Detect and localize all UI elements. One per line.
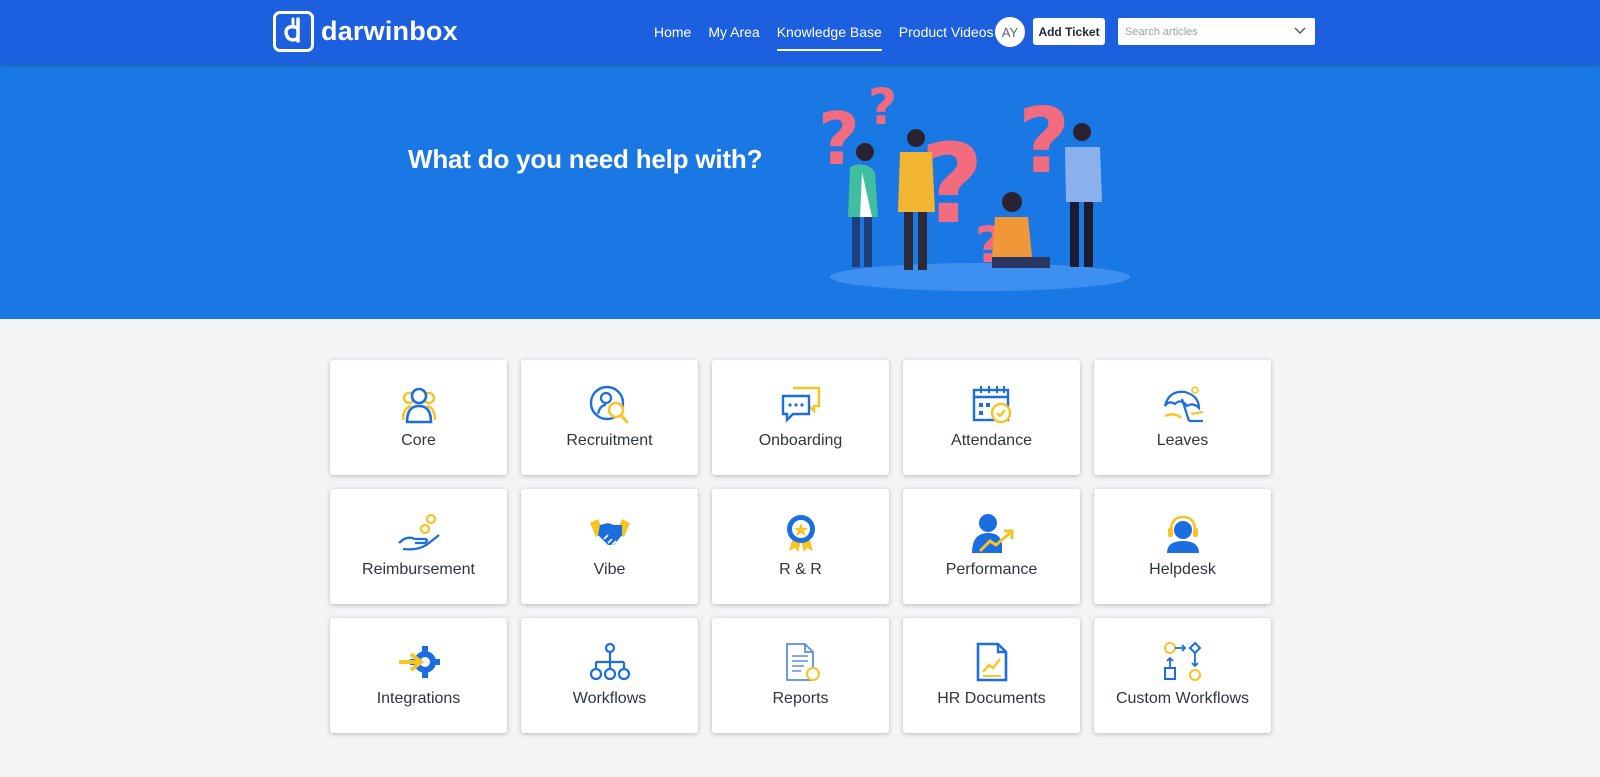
category-label: Reports — [772, 690, 829, 707]
search-box — [1118, 18, 1315, 45]
add-ticket-button[interactable]: Add Ticket — [1033, 18, 1105, 45]
category-label: Workflows — [572, 690, 647, 707]
users-icon — [401, 387, 436, 424]
calendar-check-icon — [972, 386, 1011, 424]
category-card-onboarding[interactable]: Onboarding — [712, 360, 889, 475]
category-label: Onboarding — [758, 432, 843, 449]
report-document-icon — [785, 643, 820, 681]
nav-product-videos[interactable]: Product Videos — [899, 0, 994, 64]
top-navigation-bar: darwinbox Home My Area Knowledge Base Pr… — [0, 0, 1600, 64]
user-avatar[interactable]: AY — [995, 17, 1025, 47]
svg-text:?: ? — [868, 78, 897, 136]
category-card-leaves[interactable]: Leaves — [1094, 360, 1271, 475]
person-growth-icon — [971, 514, 1013, 553]
category-label: Custom Workflows — [1115, 690, 1250, 707]
category-label: Attendance — [951, 432, 1032, 449]
main-nav: Home My Area Knowledge Base Product Vide… — [654, 0, 1011, 64]
category-card-hr-documents[interactable]: HR Documents — [903, 618, 1080, 733]
category-label: HR Documents — [937, 690, 1046, 707]
hand-coins-icon — [397, 513, 440, 551]
chart-document-icon — [976, 642, 1007, 682]
category-label: Leaves — [1156, 432, 1209, 449]
chevron-down-icon[interactable] — [1293, 24, 1307, 43]
category-card-workflows[interactable]: Workflows — [521, 618, 698, 733]
category-card-core[interactable]: Core — [330, 360, 507, 475]
chat-bubbles-icon — [781, 386, 820, 423]
nav-knowledge-base[interactable]: Knowledge Base — [776, 0, 882, 64]
category-card-reports[interactable]: Reports — [712, 618, 889, 733]
category-label: Core — [401, 432, 436, 449]
category-card-vibe[interactable]: Vibe — [521, 489, 698, 604]
logo-d-icon — [273, 11, 314, 52]
category-card-integrations[interactable]: Integrations — [330, 618, 507, 733]
category-label: Vibe — [593, 561, 626, 578]
category-card-performance[interactable]: Performance — [903, 489, 1080, 604]
hero-title: What do you need help with? — [408, 144, 763, 174]
category-card-recruitment[interactable]: Recruitment — [521, 360, 698, 475]
beach-umbrella-icon — [1163, 386, 1203, 423]
hierarchy-icon — [589, 642, 630, 681]
search-input[interactable] — [1118, 18, 1288, 45]
question-people-illustration: ? ? ? ? ? — [820, 78, 1130, 291]
category-label: Helpdesk — [1149, 561, 1216, 578]
category-card-reimbursement[interactable]: Reimbursement — [330, 489, 507, 604]
hero-banner: What do you need help with? ? ? ? ? ? — [0, 64, 1600, 319]
category-card-r-and-r[interactable]: R & R — [712, 489, 889, 604]
category-label: Reimbursement — [362, 561, 475, 578]
category-label: Performance — [945, 561, 1038, 578]
recruitment-search-icon — [589, 385, 628, 424]
gear-arrow-icon — [398, 646, 440, 678]
nav-home[interactable]: Home — [654, 0, 691, 64]
category-label: Recruitment — [566, 432, 653, 449]
handshake-icon — [589, 519, 630, 546]
category-label: R & R — [779, 561, 822, 578]
category-card-attendance[interactable]: Attendance — [903, 360, 1080, 475]
category-card-helpdesk[interactable]: Helpdesk — [1094, 489, 1271, 604]
logo-text: darwinbox — [321, 16, 458, 46]
category-label: Integrations — [376, 690, 461, 707]
category-card-custom-workflows[interactable]: Custom Workflows — [1094, 618, 1271, 733]
svg-text:?: ? — [1018, 89, 1070, 194]
nav-my-area[interactable]: My Area — [708, 0, 759, 64]
headset-agent-icon — [1166, 515, 1199, 553]
darwinbox-logo[interactable]: darwinbox — [273, 11, 458, 52]
award-badge-icon — [786, 515, 815, 552]
flowchart-icon — [1163, 642, 1201, 681]
